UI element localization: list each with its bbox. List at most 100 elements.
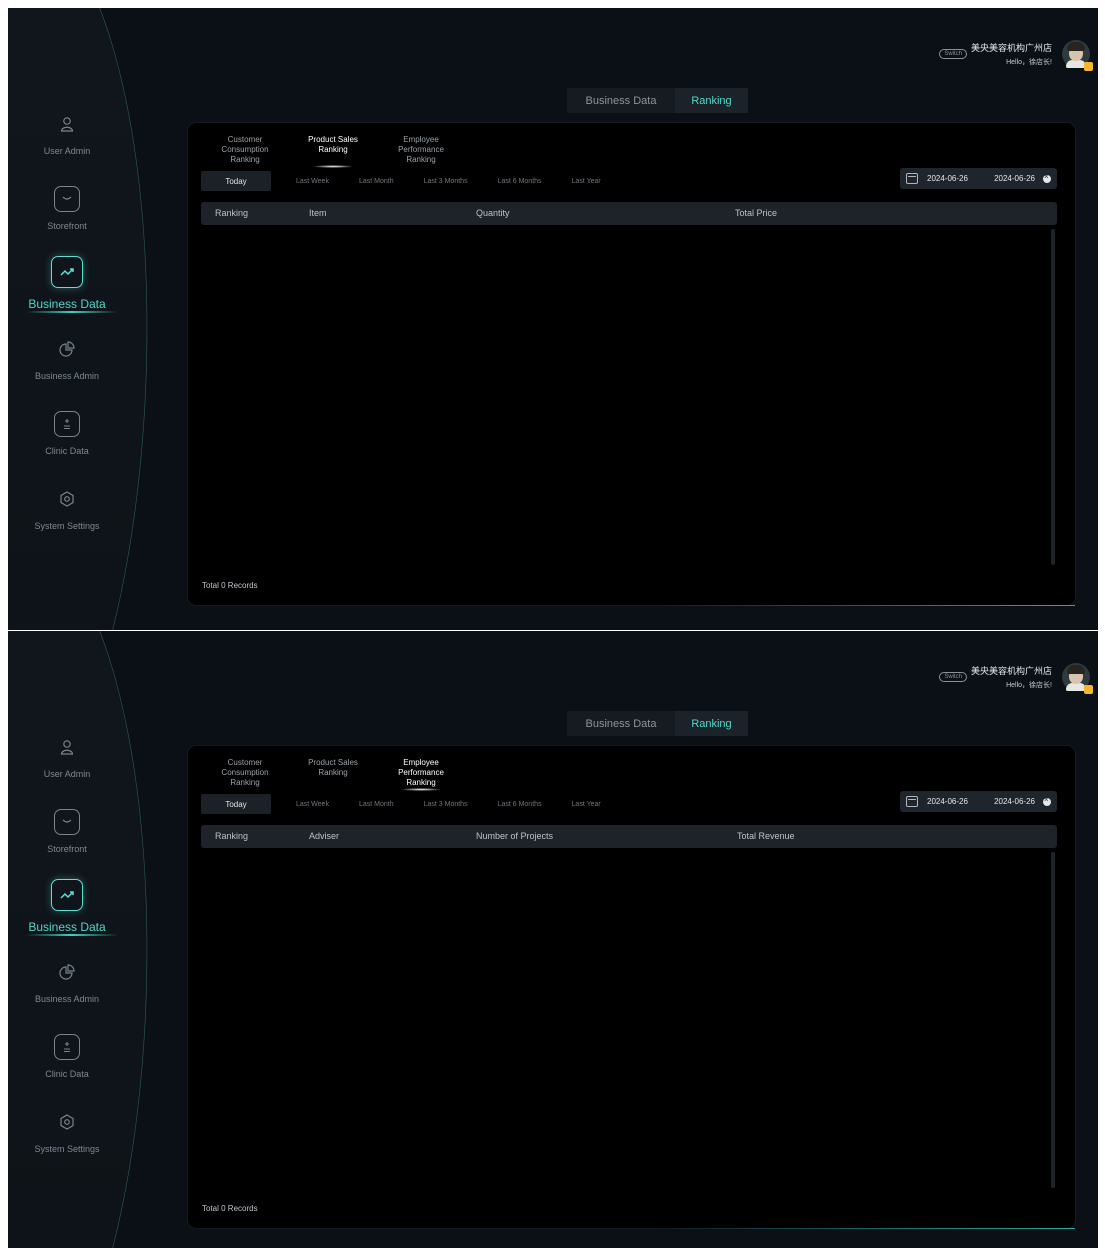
switch-store-button[interactable]: Switch [939, 49, 967, 59]
sidebar-item-system-settings[interactable]: System Settings [8, 1094, 126, 1169]
tab-label-line: Ranking [318, 145, 348, 154]
column-header-item: Item [309, 208, 327, 218]
filter-last-year[interactable]: Last Year [572, 801, 601, 808]
tab-ranking[interactable]: Ranking [675, 711, 748, 736]
clear-date-icon[interactable] [1043, 172, 1051, 183]
store-info: 美央美容机构广州店 Hello，徐店长! [971, 664, 1052, 690]
filter-today[interactable]: Today [201, 794, 271, 814]
filter-last-3-months[interactable]: Last 3 Months [424, 178, 468, 185]
column-header-number-of-projects: Number of Projects [476, 831, 554, 841]
total-records: Total 0 Records [202, 1204, 258, 1213]
tab-customer-consumption-ranking[interactable]: Customer Consumption Ranking [206, 135, 284, 165]
date-range-picker[interactable]: 2024-06-26 2024-06-26 [900, 791, 1057, 812]
sidebar-nav: User Admin Storefront Business Data Busi… [8, 96, 126, 546]
shop-bag-icon [54, 186, 80, 212]
tab-label-line: Performance [398, 768, 444, 777]
header-user-area: Switch 美央美容机构广州店 Hello，徐店长! [939, 663, 1093, 694]
sidebar-item-clinic-data[interactable]: Clinic Data [8, 1019, 126, 1094]
tab-label-line: Ranking [318, 768, 348, 777]
tab-employee-performance-ranking[interactable]: Employee Performance Ranking [382, 135, 460, 165]
column-header-ranking: Ranking [215, 831, 249, 841]
vip-badge-icon [1084, 685, 1093, 694]
filter-last-week[interactable]: Last Week [296, 801, 329, 808]
start-date[interactable]: 2024-06-26 [927, 174, 968, 183]
tab-ranking[interactable]: Ranking [675, 88, 748, 113]
sidebar-item-label: Clinic Data [45, 446, 89, 456]
hexagon-gear-icon [54, 486, 80, 512]
tab-label-line: Product Sales [308, 758, 358, 767]
tab-customer-consumption-ranking[interactable]: Customer Consumption Ranking [206, 758, 284, 788]
end-date[interactable]: 2024-06-26 [994, 797, 1035, 806]
tab-label-line: Customer [227, 758, 263, 767]
date-range-picker[interactable]: 2024-06-26 2024-06-26 [900, 168, 1057, 189]
sidebar-item-storefront[interactable]: Storefront [8, 171, 126, 246]
filter-last-week[interactable]: Last Week [296, 178, 329, 185]
tab-business-data[interactable]: Business Data [567, 88, 675, 113]
filter-last-6-months[interactable]: Last 6 Months [498, 801, 542, 808]
table-header: Ranking Adviser Number of Projects Total… [201, 825, 1057, 848]
filter-last-month[interactable]: Last Month [359, 801, 394, 808]
sidebar-item-label: System Settings [34, 1144, 100, 1154]
sidebar-item-label: User Admin [43, 146, 91, 156]
ranking-sub-tabs: Customer Consumption Ranking Product Sal… [206, 756, 470, 791]
calendar-icon [906, 796, 918, 807]
ranking-sub-tabs: Customer Consumption Ranking Product Sal… [206, 133, 470, 168]
vip-badge-icon [1084, 62, 1093, 71]
sidebar-item-label: System Settings [34, 521, 100, 531]
avatar[interactable] [1062, 40, 1093, 71]
sidebar-item-storefront[interactable]: Storefront [8, 794, 126, 869]
tab-product-sales-ranking[interactable]: Product Sales Ranking [294, 133, 372, 168]
trend-chart-icon [51, 879, 83, 911]
sidebar-item-system-settings[interactable]: System Settings [8, 471, 126, 546]
trend-chart-icon [51, 256, 83, 288]
column-header-adviser: Adviser [309, 831, 340, 841]
sidebar-item-user-admin[interactable]: User Admin [8, 96, 126, 171]
start-date[interactable]: 2024-06-26 [927, 797, 968, 806]
clear-date-icon[interactable] [1043, 795, 1051, 806]
time-filter-tabs: Today Last Week Last Month Last 3 Months… [201, 794, 631, 814]
tab-label-line: Employee [403, 758, 439, 767]
sidebar-nav: User Admin Storefront Business Data Busi… [8, 719, 126, 1169]
shop-bag-icon [54, 809, 80, 835]
sidebar-item-clinic-data[interactable]: Clinic Data [8, 396, 126, 471]
end-date[interactable]: 2024-06-26 [994, 174, 1035, 183]
tab-label-line: Ranking [230, 778, 260, 787]
sidebar-item-label: Business Admin [34, 371, 100, 381]
sidebar-item-business-data[interactable]: Business Data [8, 869, 126, 944]
hexagon-gear-icon [54, 1109, 80, 1135]
top-tabs: Business Data Ranking [567, 88, 748, 113]
tab-product-sales-ranking[interactable]: Product Sales Ranking [294, 758, 372, 788]
tab-label-line: Ranking [406, 155, 436, 164]
avatar[interactable] [1062, 663, 1093, 694]
tab-business-data[interactable]: Business Data [567, 711, 675, 736]
sidebar-item-business-data[interactable]: Business Data [8, 246, 126, 321]
user-icon [54, 111, 80, 137]
top-tabs: Business Data Ranking [567, 711, 748, 736]
column-header-ranking: Ranking [215, 208, 249, 218]
calculator-icon [54, 1034, 80, 1060]
filter-last-3-months[interactable]: Last 3 Months [424, 801, 468, 808]
tab-employee-performance-ranking[interactable]: Employee Performance Ranking [382, 756, 460, 791]
filter-last-year[interactable]: Last Year [572, 178, 601, 185]
greeting-text: Hello，徐店长! [1006, 682, 1052, 689]
header-user-area: Switch 美央美容机构广州店 Hello，徐店长! [939, 40, 1093, 71]
ranking-panel: Customer Consumption Ranking Product Sal… [188, 746, 1075, 1229]
store-name: 美央美容机构广州店 [970, 43, 1052, 53]
user-icon [54, 734, 80, 760]
greeting-text: Hello，徐店长! [1006, 59, 1052, 66]
sidebar-item-business-admin[interactable]: Business Admin [8, 321, 126, 396]
filter-today[interactable]: Today [201, 171, 271, 191]
sidebar-item-user-admin[interactable]: User Admin [8, 719, 126, 794]
screen-employee-performance-ranking: User Admin Storefront Business Data Busi… [8, 631, 1098, 1248]
sidebar-item-label: Clinic Data [45, 1069, 89, 1079]
filter-last-month[interactable]: Last Month [359, 178, 394, 185]
tab-label-line: Ranking [230, 155, 260, 164]
switch-store-button[interactable]: Switch [939, 672, 967, 682]
store-info: 美央美容机构广州店 Hello，徐店长! [971, 41, 1052, 67]
table-scrollbar[interactable] [1051, 852, 1055, 1188]
ranking-panel: Customer Consumption Ranking Product Sal… [188, 123, 1075, 606]
filter-last-6-months[interactable]: Last 6 Months [498, 178, 542, 185]
table-scrollbar[interactable] [1051, 229, 1055, 565]
sidebar-item-business-admin[interactable]: Business Admin [8, 944, 126, 1019]
pie-chart-icon [54, 336, 80, 362]
